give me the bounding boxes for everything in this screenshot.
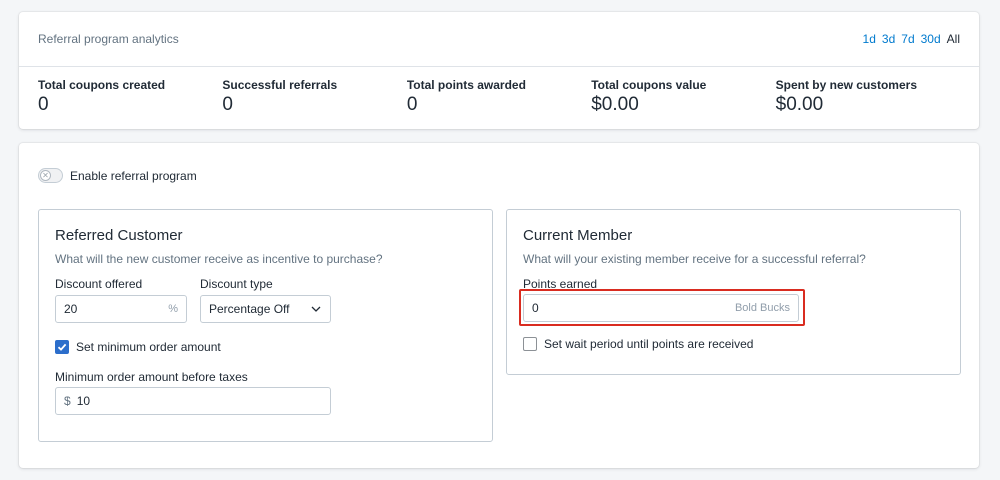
section-title: Current Member (523, 227, 633, 244)
range-30d-link[interactable]: 30d (921, 32, 941, 46)
dollar-prefix: $ (64, 394, 71, 408)
min-order-checkbox[interactable] (55, 340, 69, 354)
range-3d-link[interactable]: 3d (882, 32, 895, 46)
stat-label: Total coupons created (38, 78, 166, 92)
checkmark-icon (57, 343, 67, 351)
referral-settings-card: ✕ Enable referral program Referred Custo… (19, 143, 979, 468)
stat-value: 0 (222, 94, 233, 115)
current-member-section: Current Member What will your existing m… (506, 209, 961, 375)
range-7d-link[interactable]: 7d (901, 32, 914, 46)
wait-period-checkbox[interactable] (523, 337, 537, 351)
min-order-input[interactable]: $ 10 (55, 387, 331, 415)
stat-label: Spent by new customers (775, 78, 917, 92)
discount-offered-label: Discount offered (55, 277, 143, 291)
min-order-check-row: Set minimum order amount (55, 340, 221, 354)
stat-total-points: Total points awarded 0 (407, 77, 591, 116)
stat-label: Total points awarded (406, 78, 526, 92)
enable-referral-label: Enable referral program (70, 168, 197, 183)
stat-value: $0.00 (775, 94, 824, 115)
percent-suffix: % (168, 303, 178, 315)
enable-referral-row: ✕ Enable referral program (38, 168, 197, 183)
chevron-down-icon (311, 306, 321, 312)
stat-label: Total coupons value (591, 78, 707, 92)
discount-type-select[interactable]: Percentage Off (200, 295, 331, 323)
section-title: Referred Customer (55, 227, 183, 244)
stat-value: 0 (38, 94, 49, 115)
stat-new-customer-spend: Spent by new customers $0.00 (776, 77, 960, 116)
discount-value: 20 (64, 302, 78, 316)
wait-period-label: Set wait period until points are receive… (544, 337, 754, 351)
stat-value: 0 (406, 94, 418, 115)
toggle-knob: ✕ (40, 170, 51, 181)
analytics-title: Referral program analytics (38, 32, 179, 46)
enable-referral-toggle[interactable]: ✕ (38, 168, 63, 183)
close-icon: ✕ (42, 170, 49, 180)
section-subtitle: What will the new customer receive as in… (55, 252, 383, 266)
stat-successful-referrals: Successful referrals 0 (222, 77, 406, 116)
range-all-link[interactable]: All (947, 32, 960, 46)
range-1d-link[interactable]: 1d (863, 32, 876, 46)
discount-type-label: Discount type (200, 277, 273, 291)
stat-total-coupons: Total coupons created 0 (38, 77, 222, 116)
analytics-header: Referral program analytics 1d 3d 7d 30d … (19, 12, 979, 67)
stat-value: $0.00 (591, 94, 639, 115)
discount-offered-input[interactable]: 20 % (55, 295, 187, 323)
min-order-value: 10 (76, 394, 91, 408)
range-selector: 1d 3d 7d 30d All (863, 32, 960, 46)
stat-label: Successful referrals (222, 78, 338, 92)
stats-row: Total coupons created 0 Successful refer… (19, 67, 979, 116)
section-subtitle: What will your existing member receive f… (523, 252, 866, 266)
min-order-check-label: Set minimum order amount (76, 340, 221, 354)
referred-customer-section: Referred Customer What will the new cust… (38, 209, 493, 442)
analytics-card: Referral program analytics 1d 3d 7d 30d … (19, 12, 979, 129)
stat-coupons-value: Total coupons value $0.00 (591, 77, 775, 116)
discount-type-value: Percentage Off (209, 302, 290, 316)
highlight-box (519, 289, 805, 326)
min-order-label: Minimum order amount before taxes (55, 370, 248, 384)
wait-period-check-row: Set wait period until points are receive… (523, 337, 753, 351)
